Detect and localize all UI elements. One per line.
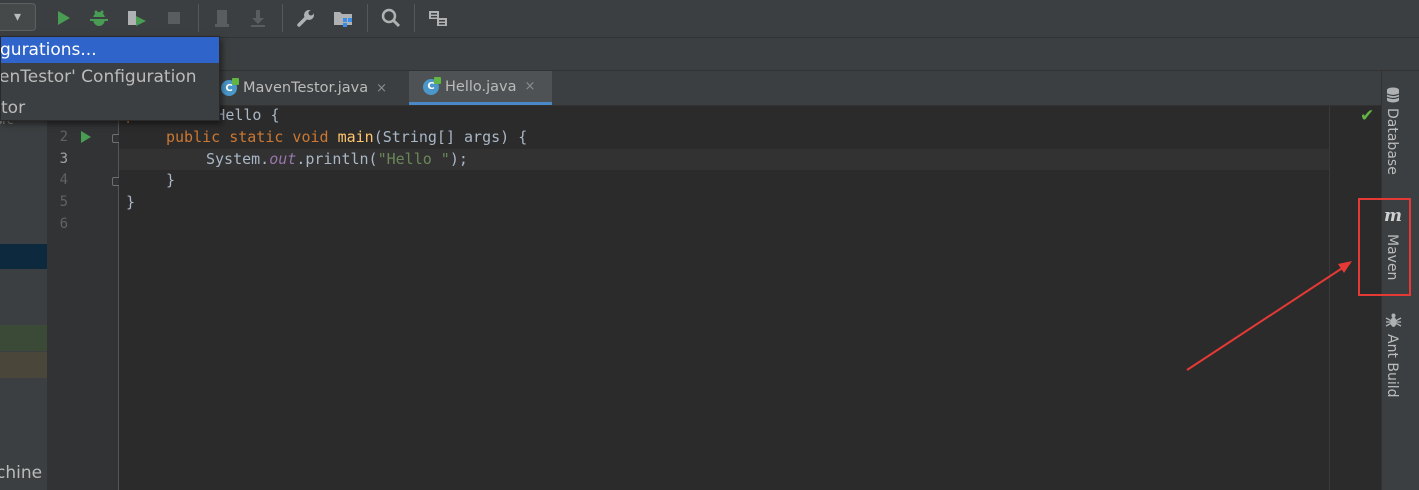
dropdown-item-save-configuration[interactable]: enTestor' Configuration — [1, 64, 219, 90]
ant-icon — [1385, 312, 1402, 333]
class-icon: C — [423, 76, 441, 95]
close-icon[interactable]: × — [525, 79, 536, 94]
database-icon — [1385, 86, 1401, 108]
run-gutter-icon[interactable] — [81, 131, 91, 143]
stop-icon[interactable] — [162, 6, 186, 30]
class-icon: C — [221, 78, 239, 96]
run-configuration-dropdown: gurations... enTestor' Configuration tor — [0, 36, 220, 121]
line-number: 5 — [59, 194, 68, 210]
annotation-highlight-box — [1358, 198, 1411, 296]
project-tree-selected-row[interactable] — [0, 244, 47, 269]
code-line: } — [126, 193, 136, 211]
project-tree-row[interactable] — [0, 325, 47, 351]
sdk-icon[interactable] — [426, 6, 450, 30]
download-icon[interactable] — [246, 6, 270, 30]
close-icon[interactable]: × — [376, 81, 387, 96]
project-tree-row[interactable] — [0, 352, 47, 378]
tab-hello[interactable]: C Hello.java × — [409, 71, 552, 105]
attach-icon[interactable] — [210, 6, 234, 30]
toolbar-separator — [367, 4, 368, 32]
code-line: public static void main(String[] args) { — [166, 128, 528, 146]
project-tree-item[interactable]: chine — [0, 463, 42, 483]
tab-maventestor[interactable]: C MavenTestor.java × — [219, 71, 387, 105]
toolbar-separator — [414, 4, 415, 32]
run-icon[interactable] — [51, 6, 75, 30]
chevron-down-icon: ▾ — [14, 9, 22, 25]
code-line: System.out.println("Hello "); — [206, 150, 468, 168]
run-configuration-combo[interactable]: ▾ — [0, 3, 36, 31]
tool-window-database[interactable]: Database — [1384, 108, 1400, 175]
debug-icon[interactable] — [87, 6, 111, 30]
editor-tab-bar: C MavenTestor.java × C Hello.java × — [47, 71, 1381, 106]
tool-window-ant-build[interactable]: Ant Build — [1384, 334, 1400, 398]
toolbar-separator — [198, 4, 199, 32]
folder-icon[interactable] — [331, 6, 355, 30]
line-number: 4 — [59, 172, 68, 188]
line-number: 6 — [59, 216, 68, 232]
dropdown-item-maventestor[interactable]: tor — [1, 95, 219, 121]
tab-label: Hello.java — [445, 78, 517, 95]
dropdown-item-edit-configurations[interactable]: gurations... — [1, 37, 219, 63]
tab-label: MavenTestor.java — [243, 80, 369, 96]
coverage-icon[interactable] — [125, 6, 149, 30]
toolbar-separator — [282, 4, 283, 32]
check-mark-icon: ✔ — [1360, 106, 1375, 126]
code-line: } — [166, 171, 176, 189]
project-tree-item-label: chine — [0, 463, 43, 483]
line-number: 3 — [59, 151, 68, 167]
line-number: 2 — [59, 129, 68, 145]
search-icon[interactable] — [379, 6, 403, 30]
annotation-arrow — [1186, 261, 1352, 371]
wrench-icon[interactable] — [294, 6, 318, 30]
project-panel: src chine — [0, 71, 47, 490]
